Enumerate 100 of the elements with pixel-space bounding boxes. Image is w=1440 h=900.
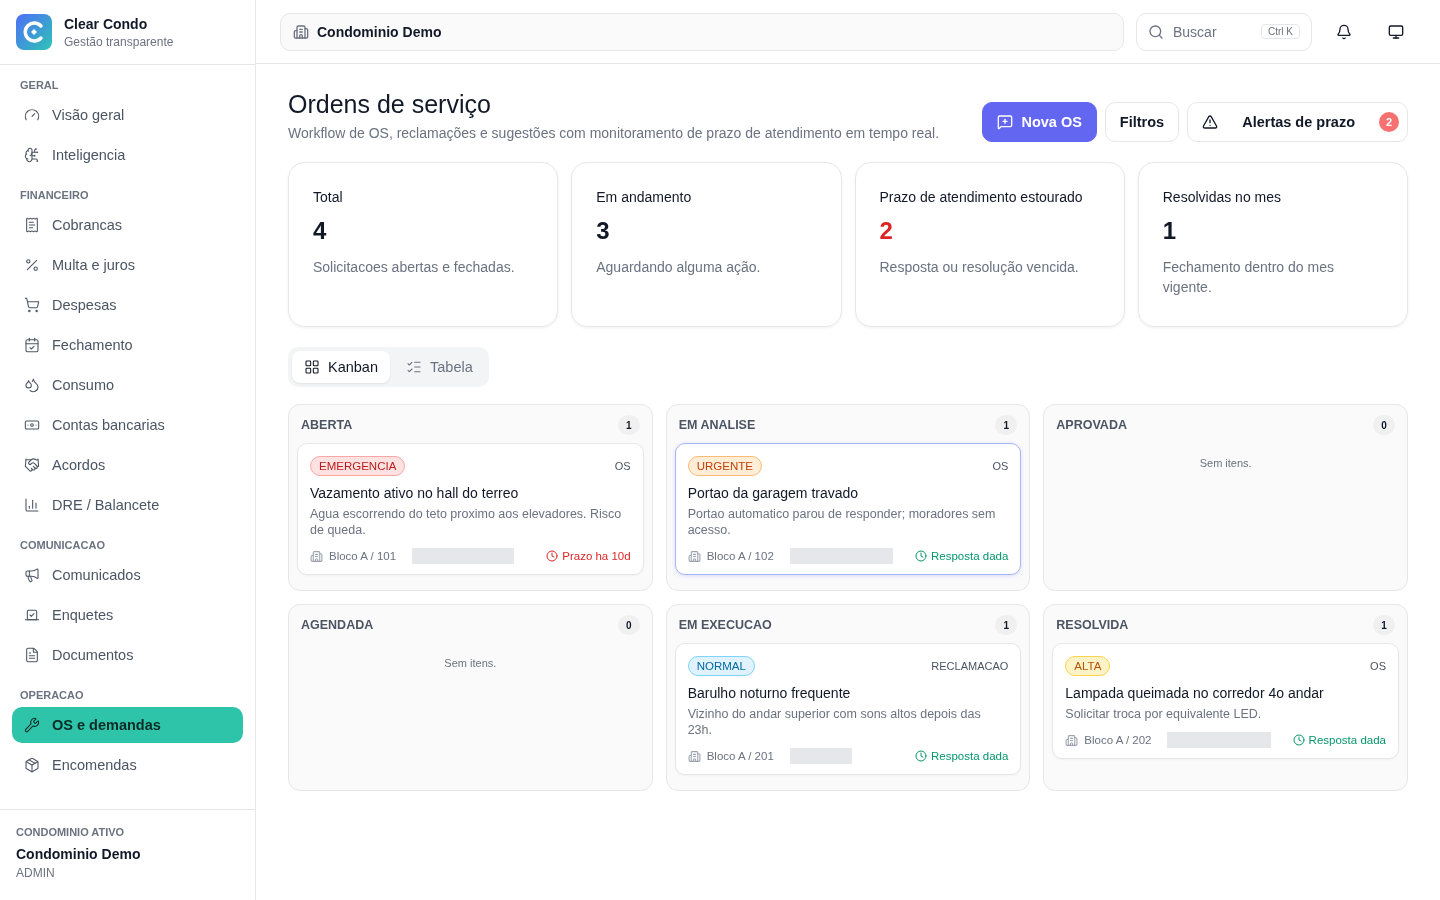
- column-title: RESOLVIDA: [1056, 618, 1129, 632]
- building-icon: [687, 749, 701, 763]
- droplet-icon: [24, 377, 40, 393]
- order-title: Lampada queimada no corredor 4o andar: [1065, 685, 1325, 701]
- building-icon: [687, 549, 701, 563]
- handshake-icon: [24, 457, 40, 473]
- alert-count-badge: 2: [1379, 112, 1399, 132]
- priority-tag: EMERGENCIA: [310, 456, 406, 476]
- clock-icon: [914, 550, 927, 562]
- clock-icon: [914, 750, 927, 762]
- order-title: Vazamento ativo no hall do terreo: [310, 485, 520, 501]
- brand-tagline: Gestão transparente: [64, 34, 174, 49]
- bell-icon: [1336, 23, 1352, 40]
- column-count: 1: [1373, 615, 1395, 635]
- order-card[interactable]: NORMAL RECLAMACAO Barulho noturno frequente Vizinho do andar superior com sons altos depois das 23h. Bloco A / 201 Resposta dada: [674, 643, 1022, 775]
- stat-value: 2: [879, 217, 894, 245]
- brain-icon: [24, 147, 40, 163]
- nav-item[interactable]: Cobrancas: [12, 207, 243, 243]
- nav-item[interactable]: Comunicados: [12, 557, 243, 593]
- nav-item[interactable]: Inteligencia: [12, 137, 243, 173]
- view-tab[interactable]: Tabela: [394, 351, 485, 383]
- stat-label: Prazo de atendimento estourado: [879, 189, 1084, 205]
- stat-note: Fechamento dentro do mes vigente.: [1162, 258, 1335, 297]
- page-title: Ordens de serviço: [288, 90, 492, 119]
- package-icon: [24, 757, 40, 773]
- column-count: 1: [995, 415, 1018, 435]
- clock-icon: [1292, 734, 1305, 746]
- order-title: Barulho noturno frequente: [687, 685, 852, 701]
- priority-tag: URGENTE: [687, 456, 762, 476]
- building-icon: [1065, 733, 1079, 747]
- unit-label: Bloco A / 201: [706, 750, 774, 762]
- order-type: OS: [614, 460, 631, 472]
- stat-note: Solicitacoes abertas e fechadas.: [313, 258, 516, 277]
- building-icon: [293, 23, 309, 40]
- nav-item[interactable]: DRE / Balancete: [12, 487, 243, 523]
- building-icon: [310, 549, 323, 563]
- deadline-status: Resposta dada: [1292, 734, 1386, 746]
- column-count: 0: [1373, 415, 1395, 435]
- stat-value: 1: [1162, 217, 1178, 245]
- order-card[interactable]: URGENTE OS Portao da garagem travado Portao automatico parou de responder; moradores sem acesso. Bloco A / 102 Resposta dada: [674, 443, 1022, 575]
- order-description: Vizinho do andar superior com sons altos depois das 23h.: [687, 706, 982, 738]
- nav-item[interactable]: Acordos: [12, 447, 243, 483]
- nav-item[interactable]: Contas bancarias: [12, 407, 243, 443]
- deadline-status: Resposta dada: [914, 550, 1009, 562]
- nav-item[interactable]: Encomendas: [12, 747, 243, 783]
- order-description: Agua escorrendo do teto proximo aos elevadores. Risco de queda.: [310, 506, 623, 538]
- grid-icon: [304, 359, 320, 375]
- order-type: OS: [992, 460, 1009, 472]
- new-order-button[interactable]: Nova OS: [982, 102, 1097, 142]
- view-tab[interactable]: Kanban: [292, 351, 390, 383]
- column-title: AGENDADA: [301, 618, 374, 632]
- nav-item[interactable]: Despesas: [12, 287, 243, 323]
- empty-message: Sem itens.: [1198, 457, 1253, 469]
- order-description: Solicitar troca por equivalente LED.: [1065, 706, 1263, 722]
- order-title: Portao da garagem travado: [687, 485, 860, 501]
- nav-item[interactable]: Visão geral: [12, 97, 243, 133]
- stat-label: Em andamento: [596, 189, 693, 205]
- unit-label: Bloco A / 102: [706, 550, 774, 562]
- search-icon: [1148, 23, 1164, 40]
- order-description: Portao automatico parou de responder; moradores sem acesso.: [687, 506, 997, 538]
- nav-section-title: OPERACAO: [19, 688, 85, 703]
- active-condo-name: Condominio Demo: [16, 846, 142, 862]
- column-title: ABERTA: [301, 418, 353, 432]
- stat-value: 4: [313, 217, 328, 245]
- nav-item[interactable]: Fechamento: [12, 327, 243, 363]
- user-role: ADMIN: [16, 866, 56, 880]
- nav-section-title: COMUNICACAO: [19, 538, 106, 553]
- condo-selector[interactable]: Condominio Demo: [280, 12, 1124, 51]
- nav-item[interactable]: Consumo: [12, 367, 243, 403]
- column-title: APROVADA: [1056, 418, 1127, 432]
- nav-item[interactable]: Multa e juros: [12, 247, 243, 283]
- warning-icon: [1202, 114, 1219, 130]
- order-type: RECLAMACAO: [931, 660, 1009, 672]
- deadline-status: Resposta dada: [914, 750, 1009, 762]
- nav-section-title: GERAL: [19, 78, 60, 93]
- message-plus-icon: [997, 114, 1014, 130]
- unit-label: Bloco A / 202: [1084, 734, 1152, 746]
- deadline-alerts-button[interactable]: Alertas de prazo 2: [1187, 102, 1408, 142]
- nav-item[interactable]: Enquetes: [12, 597, 243, 633]
- ballot-icon: [24, 607, 40, 623]
- column-count: 0: [617, 615, 640, 635]
- filters-button[interactable]: Filtros: [1104, 102, 1180, 142]
- order-card[interactable]: ALTA OS Lampada queimada no corredor 4o andar Solicitar troca por equivalente LED. Bloco A / 202 Resposta dada: [1052, 643, 1399, 759]
- stat-value: 3: [596, 217, 611, 245]
- column-count: 1: [617, 415, 640, 435]
- page-subtitle: Workflow de OS, reclamações e sugestões com monitoramento de prazo de atendimento em tempo real.: [288, 125, 940, 141]
- active-condo-caption: CONDOMINIO ATIVO: [16, 826, 126, 838]
- column-title: EM ANALISE: [678, 418, 756, 432]
- cart-icon: [24, 297, 40, 313]
- document-icon: [24, 647, 40, 663]
- calendar-icon: [24, 337, 40, 353]
- order-card[interactable]: EMERGENCIA OS Vazamento ativo no hall do terreo Agua escorrendo do teto proximo aos elevadores. Risco de queda. Bloco A / 101 Prazo ha 10d: [297, 443, 644, 575]
- empty-message: Sem itens.: [443, 657, 498, 669]
- stat-label: Total: [313, 189, 344, 205]
- clock-icon: [546, 550, 559, 562]
- logo-icon: [16, 14, 52, 50]
- checklist-icon: [406, 359, 422, 375]
- megaphone-icon: [24, 567, 40, 583]
- nav-item[interactable]: Documentos: [12, 637, 243, 673]
- nav-item[interactable]: OS e demandas: [12, 707, 243, 743]
